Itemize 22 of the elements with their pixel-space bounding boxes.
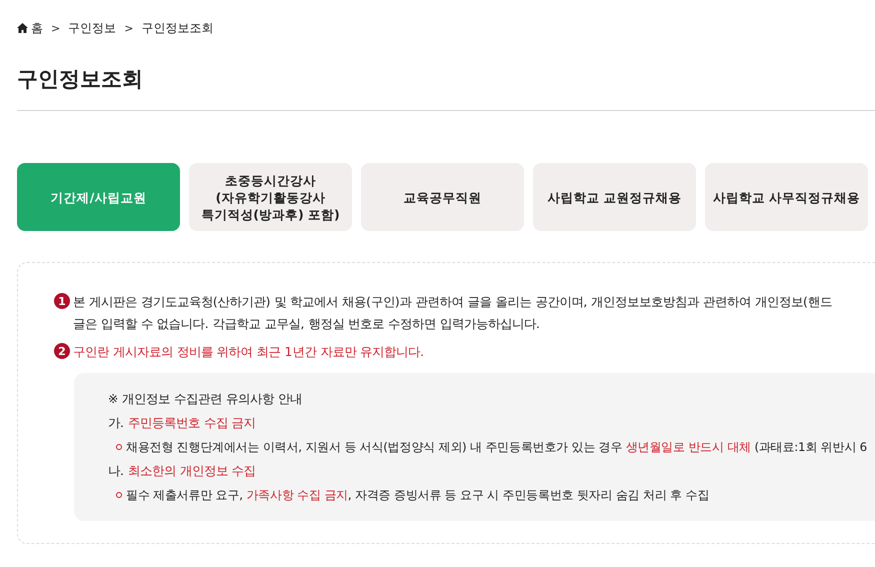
breadcrumb-home-link[interactable]: 홈 [17,20,43,36]
section-heading: 나. 최소한의 개인정보 수집 [108,463,257,480]
chevron-icon: > [51,22,60,34]
section-heading: 가. 주민등록번호 수집 금지 [108,415,257,432]
category-tab[interactable]: 교육공무직원 [361,163,524,231]
guide-title: ※ 개인정보 수집관련 유의사항 안내 [108,391,303,408]
breadcrumb-link[interactable]: 구인정보 [68,20,116,36]
bullet-icon [116,444,122,450]
number-badge: 2 [54,343,70,359]
bullet-icon [116,492,122,498]
category-tab[interactable]: 사립학교 교원정규채용 [533,163,696,231]
category-tab[interactable]: 초중등시간강사 (자유학기활동강사 특기적성(방과후) 포함) [189,163,352,231]
bullet-text: 채용전형 진행단계에서는 이력서, 지원서 등 서식(법정양식 제외) 내 주민등록번호가 있는 경우 생년월일로 반드시 대체 (과태료:1회 위반시 6 [126,439,867,456]
number-badge: 1 [54,293,70,309]
breadcrumb-link[interactable]: 구인정보조회 [141,20,214,36]
bullet-text: 필수 제출서류만 요구, 가족사항 수집 금지, 자격증 증빙서류 등 요구 시 주민등록번호 뒷자리 숨김 처리 후 수집 [126,487,710,504]
notice-text: 구인란 게시자료의 정비를 위하여 최근 1년간 자료만 유지합니다. [73,344,424,361]
chevron-icon: > [124,22,134,34]
category-tab[interactable]: 사립학교 사무직정규채용 [705,163,868,231]
home-icon [17,23,28,33]
notice-text: 본 게시판은 경기도교육청(산하기관) 및 학교에서 채용(구인)과 관련하여 글을 올리는 공간이며, 개인정보보호방침과 관련하여 개인정보(핸드 글은 입력할 수 없습니다. 각급학교 교무실, 행정실 번호로 수정하면 입력가능하십니다. [73,294,832,333]
page-title: 구인정보조회 [17,66,144,93]
